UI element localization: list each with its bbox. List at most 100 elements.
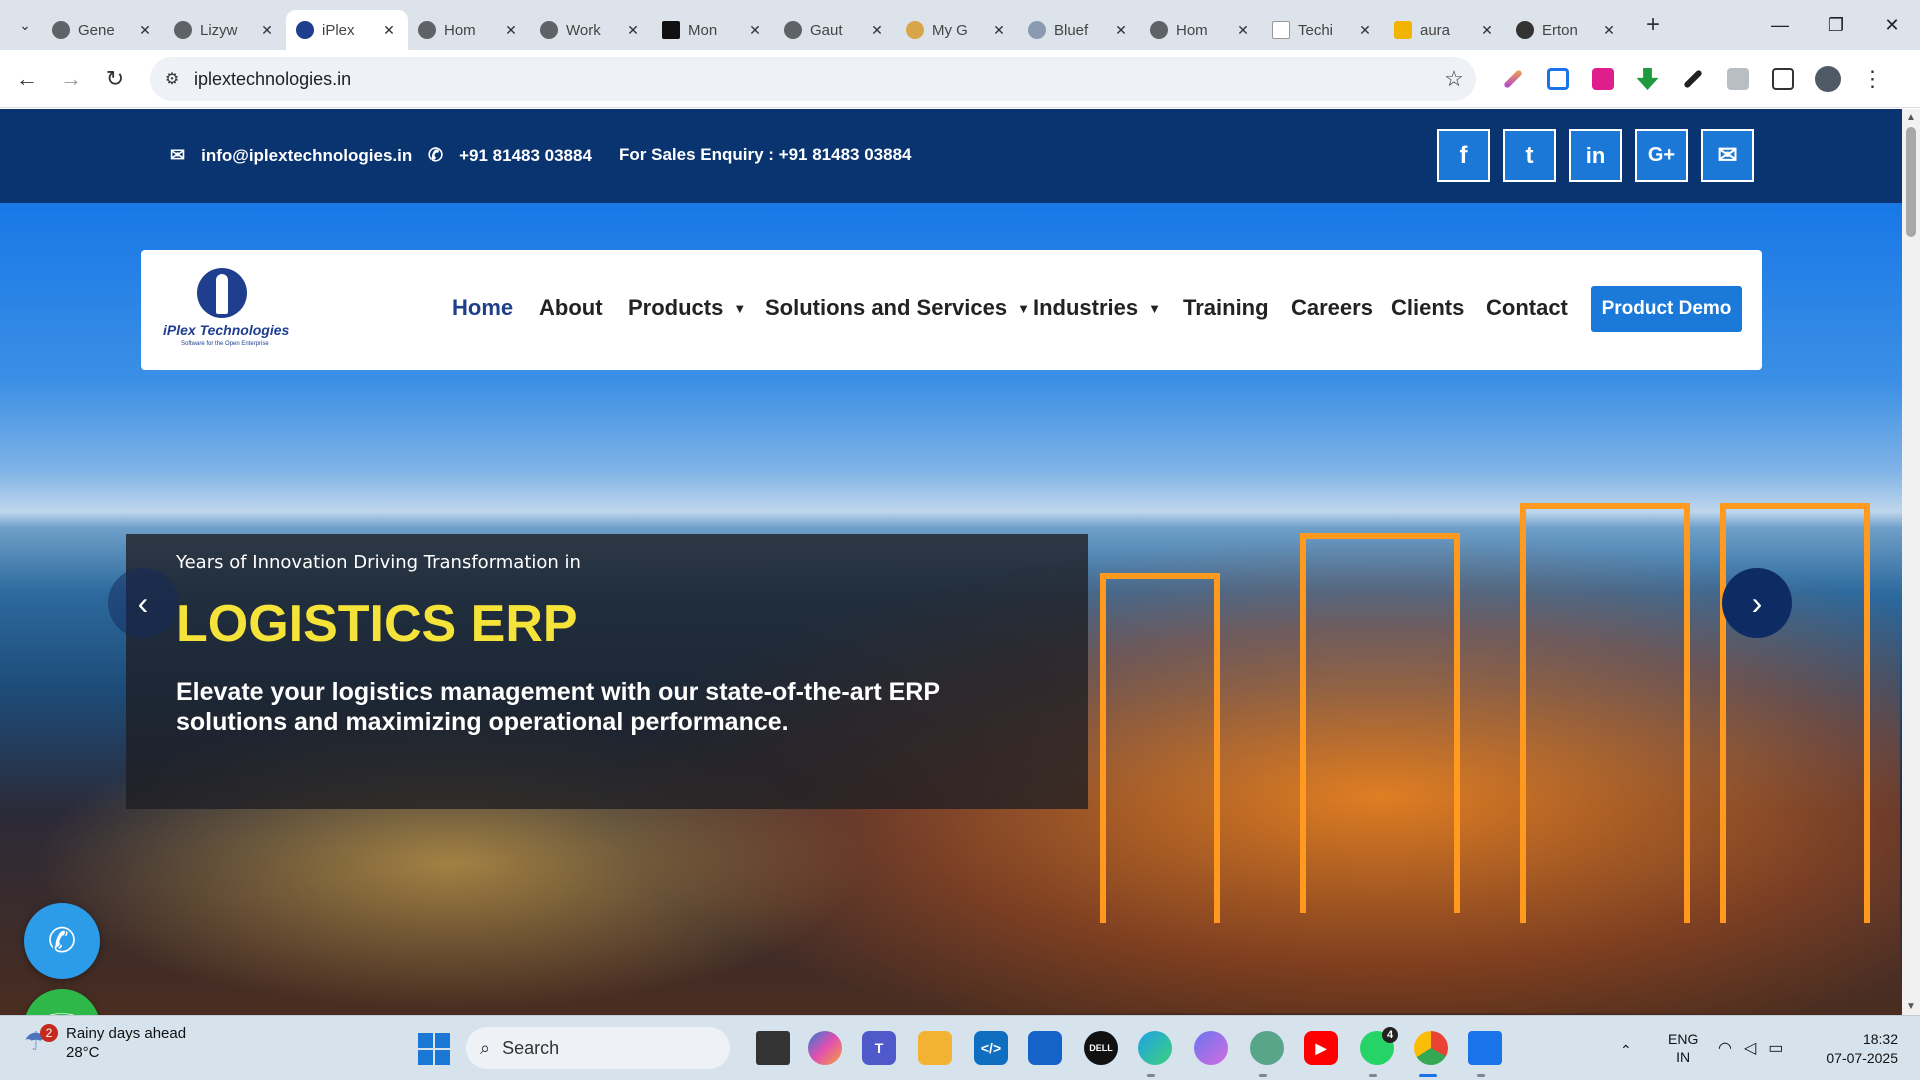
code-extension-icon[interactable] (1715, 57, 1760, 101)
tab-close-icon[interactable]: ✕ (868, 22, 886, 39)
tab[interactable]: Gene ✕ (42, 10, 164, 50)
nav-home[interactable]: Home (452, 295, 513, 321)
product-demo-button[interactable]: Product Demo (1591, 286, 1742, 332)
task-view-icon[interactable] (756, 1031, 790, 1065)
teams-icon[interactable]: T (862, 1031, 896, 1065)
tab-close-icon[interactable]: ✕ (1112, 22, 1130, 39)
slider-next-icon[interactable]: › (1722, 568, 1792, 638)
bookmark-star-icon[interactable]: ☆ (1432, 66, 1476, 92)
eyedropper-icon[interactable] (1670, 57, 1715, 101)
close-window-icon[interactable]: ✕ (1864, 0, 1920, 50)
tab[interactable]: Bluef ✕ (1018, 10, 1140, 50)
tab-close-icon[interactable]: ✕ (746, 22, 764, 39)
file-explorer-icon[interactable] (918, 1031, 952, 1065)
camera-extension-icon[interactable] (1535, 57, 1580, 101)
copilot-icon[interactable] (808, 1031, 842, 1065)
chrome-icon[interactable] (1414, 1031, 1448, 1065)
wifi-icon[interactable]: ◠ (1718, 1040, 1744, 1057)
tab-close-icon[interactable]: ✕ (380, 22, 398, 39)
page-scrollbar[interactable]: ▲ ▼ (1902, 109, 1920, 1015)
taskbar-search[interactable]: ⌕ Search (466, 1027, 730, 1069)
google-plus-icon[interactable]: G+ (1635, 129, 1688, 182)
tab-close-icon[interactable]: ✕ (624, 22, 642, 39)
tab-close-icon[interactable]: ✕ (1600, 22, 1618, 39)
tray-overflow-icon[interactable]: ⌃ (1620, 1030, 1632, 1070)
mail-icon[interactable]: ✉ (1701, 129, 1754, 182)
linkedin-icon[interactable]: in (1569, 129, 1622, 182)
tab[interactable]: Techi ✕ (1262, 10, 1384, 50)
chatgpt-icon[interactable] (1250, 1031, 1284, 1065)
copilot-app-icon[interactable] (1194, 1031, 1228, 1065)
vscode-icon[interactable]: </> (974, 1031, 1008, 1065)
tab[interactable]: Mon ✕ (652, 10, 774, 50)
scroll-down-icon[interactable]: ▼ (1906, 1001, 1916, 1012)
tab-close-icon[interactable]: ✕ (990, 22, 1008, 39)
reload-icon[interactable]: ↻ (93, 57, 137, 101)
dell-icon[interactable]: DELL (1084, 1031, 1118, 1065)
tab-active[interactable]: iPlex ✕ (286, 10, 408, 50)
slider-prev-icon[interactable]: ‹ (108, 568, 178, 638)
tab-search-button[interactable]: ⌄ (8, 8, 42, 42)
new-tab-button[interactable]: + (1636, 8, 1670, 42)
profile-avatar[interactable] (1805, 57, 1850, 101)
facebook-icon[interactable]: f (1437, 129, 1490, 182)
green-download-icon[interactable] (1625, 57, 1670, 101)
tab-title: Mon (688, 21, 718, 39)
nav-clients[interactable]: Clients (1391, 295, 1464, 321)
address-bar[interactable]: ⚙ iplextechnologies.in ☆ (150, 57, 1476, 101)
site-info-icon[interactable]: ⚙ (150, 69, 194, 89)
restore-icon[interactable]: ❐ (1808, 0, 1864, 50)
nav-contact[interactable]: Contact (1486, 295, 1568, 321)
tab[interactable]: Lizyw ✕ (164, 10, 286, 50)
phone-contact[interactable]: ✆ +91 81483 03884 (428, 145, 592, 166)
back-arrow-icon[interactable]: ← (5, 57, 49, 101)
scroll-up-icon[interactable]: ▲ (1906, 112, 1916, 123)
tab-close-icon[interactable]: ✕ (1478, 22, 1496, 39)
pen-extension-icon[interactable] (1490, 57, 1535, 101)
tab[interactable]: My G ✕ (896, 10, 1018, 50)
nav-solutions[interactable]: Solutions and Services ▼ (765, 295, 1030, 321)
nav-training[interactable]: Training (1183, 295, 1269, 321)
nav-products[interactable]: Products ▼ (628, 295, 746, 321)
email-contact[interactable]: ✉ info@iplextechnologies.in (170, 145, 412, 166)
tab-close-icon[interactable]: ✕ (258, 22, 276, 39)
menu-dots-icon[interactable]: ⋮ (1850, 57, 1895, 101)
url-text[interactable]: iplextechnologies.in (194, 69, 1432, 90)
tab-close-icon[interactable]: ✕ (136, 22, 154, 39)
minimize-icon[interactable]: — (1752, 0, 1808, 50)
tab-close-icon[interactable]: ✕ (502, 22, 520, 39)
email-text[interactable]: info@iplextechnologies.in (201, 146, 412, 166)
call-float-icon[interactable]: ✆ (24, 903, 100, 979)
edge-icon[interactable] (1138, 1031, 1172, 1065)
phone-text[interactable]: +91 81483 03884 (459, 146, 592, 166)
tab[interactable]: Erton ✕ (1506, 10, 1628, 50)
system-tray-icons[interactable]: ◠◁▭ (1718, 1038, 1795, 1058)
weather-widget[interactable]: ☂ 2 Rainy days ahead 28°C (24, 1024, 186, 1062)
nav-industries[interactable]: Industries ▼ (1033, 295, 1161, 321)
extensions-puzzle-icon[interactable] (1760, 57, 1805, 101)
scroll-thumb[interactable] (1906, 127, 1916, 237)
forward-arrow-icon[interactable]: → (49, 57, 93, 101)
site-logo[interactable]: iPlex Technologies Software for the Open… (163, 268, 289, 352)
tab-close-icon[interactable]: ✕ (1356, 22, 1374, 39)
tab[interactable]: Hom ✕ (1140, 10, 1262, 50)
twitter-icon[interactable]: t (1503, 129, 1556, 182)
youtube-icon[interactable]: ▶ (1304, 1031, 1338, 1065)
nav-careers[interactable]: Careers (1291, 295, 1373, 321)
volume-icon[interactable]: ◁ (1744, 1040, 1768, 1057)
nav-about[interactable]: About (539, 295, 603, 321)
notepad-icon[interactable] (1468, 1031, 1502, 1065)
tab[interactable]: Work ✕ (530, 10, 652, 50)
battery-icon[interactable]: ▭ (1768, 1040, 1795, 1057)
tab[interactable]: aura ✕ (1384, 10, 1506, 50)
tab[interactable]: Gaut ✕ (774, 10, 896, 50)
clock[interactable]: 18:32 07-07-2025 (1818, 1030, 1898, 1068)
download-extension-icon[interactable] (1580, 57, 1625, 101)
whatsapp-icon[interactable]: 4 (1360, 1027, 1398, 1065)
store-icon[interactable] (1028, 1031, 1062, 1065)
windows-start-icon[interactable] (418, 1033, 450, 1065)
language-indicator[interactable]: ENG IN (1668, 1030, 1698, 1066)
weather-badge: 2 (40, 1024, 58, 1042)
tab[interactable]: Hom ✕ (408, 10, 530, 50)
tab-close-icon[interactable]: ✕ (1234, 22, 1252, 39)
